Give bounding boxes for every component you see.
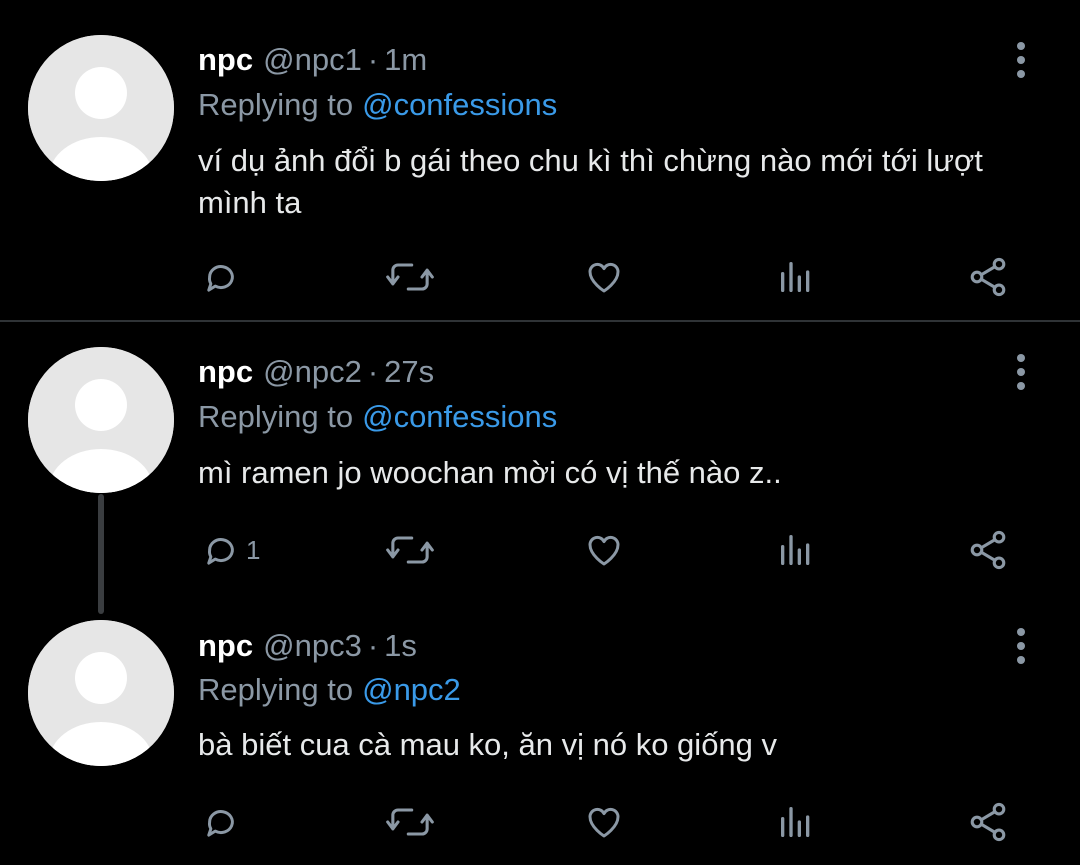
more-vertical-icon [1017, 628, 1025, 664]
separator: · [367, 354, 379, 389]
views-icon [781, 535, 810, 565]
mention-link[interactable]: @confessions [362, 399, 557, 435]
default-avatar-icon [28, 347, 174, 493]
replying-to-label: Replying to [198, 399, 354, 434]
like-button[interactable] [582, 253, 626, 301]
like-icon [588, 535, 620, 566]
replying-to-label: Replying to [198, 672, 354, 707]
more-options-button[interactable] [1006, 624, 1036, 668]
timestamp[interactable]: 27s [384, 354, 434, 390]
reply-button[interactable]: 1 [200, 526, 260, 574]
retweet-button[interactable] [386, 526, 434, 574]
reply-count: 1 [246, 534, 261, 565]
display-name[interactable]: npc [198, 628, 253, 664]
avatar[interactable] [28, 347, 174, 493]
views-icon [781, 262, 810, 292]
share-icon [970, 802, 1006, 842]
retweet-icon [386, 808, 434, 836]
replying-to-label: Replying to [198, 87, 354, 122]
display-name[interactable]: npc [198, 354, 253, 390]
thread-connector-line [98, 494, 104, 614]
tweet-header: npc @npc1 · 1m [198, 38, 427, 82]
more-options-button[interactable] [1006, 350, 1036, 394]
share-button[interactable] [966, 253, 1010, 301]
avatar[interactable] [28, 620, 174, 766]
timestamp[interactable]: 1m [384, 42, 427, 78]
retweet-button[interactable] [386, 798, 434, 846]
like-button[interactable] [582, 798, 626, 846]
replying-to: Replying to @npc2 [198, 668, 461, 712]
views-button[interactable] [776, 798, 816, 846]
reply-button[interactable] [200, 253, 246, 301]
views-button[interactable] [776, 526, 816, 574]
more-vertical-icon [1017, 42, 1025, 78]
default-avatar-icon [28, 35, 174, 181]
separator: · [367, 42, 379, 77]
like-button[interactable] [582, 526, 626, 574]
default-avatar-icon [28, 620, 174, 766]
retweet-icon [386, 263, 434, 291]
tweet-header: npc @npc2 · 27s [198, 350, 434, 394]
user-handle[interactable]: @npc2 [263, 354, 362, 390]
replying-to: Replying to @confessions [198, 83, 557, 127]
tweet-text: mì ramen jo woochan mời có vị thế nào z.… [198, 455, 782, 490]
like-icon [588, 807, 620, 838]
user-handle[interactable]: @npc3 [263, 628, 362, 664]
reply-icon [207, 538, 234, 565]
tweet-text: ví dụ ảnh đổi b gái theo chu kì thì chừn… [198, 143, 983, 220]
reply-button[interactable] [200, 798, 246, 846]
share-button[interactable] [966, 526, 1010, 574]
tweet-header: npc @npc3 · 1s [198, 624, 417, 668]
reply-icon [207, 810, 234, 837]
views-button[interactable] [776, 253, 816, 301]
share-icon [970, 530, 1006, 570]
mention-link[interactable]: @npc2 [362, 672, 461, 708]
more-options-button[interactable] [1006, 38, 1036, 82]
like-icon [588, 262, 620, 293]
share-button[interactable] [966, 798, 1010, 846]
retweet-button[interactable] [386, 253, 434, 301]
timestamp[interactable]: 1s [384, 628, 417, 664]
tweet-divider [0, 320, 1080, 322]
replying-to: Replying to @confessions [198, 395, 557, 439]
display-name[interactable]: npc [198, 42, 253, 78]
retweet-icon [386, 536, 434, 564]
share-icon [970, 257, 1006, 297]
reply-icon [207, 265, 234, 292]
more-vertical-icon [1017, 354, 1025, 390]
separator: · [367, 628, 379, 663]
views-icon [781, 807, 810, 837]
tweet-text: bà biết cua cà mau ko, ăn vị nó ko giống… [198, 727, 778, 762]
mention-link[interactable]: @confessions [362, 87, 557, 123]
user-handle[interactable]: @npc1 [263, 42, 362, 78]
avatar[interactable] [28, 35, 174, 181]
